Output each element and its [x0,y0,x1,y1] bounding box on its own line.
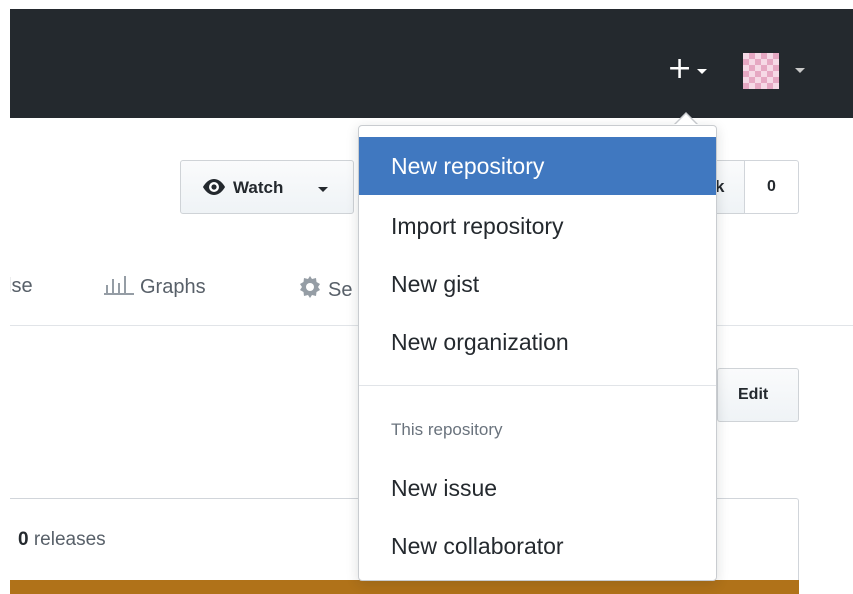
menu-item-import-repository[interactable]: Import repository [359,197,716,255]
chevron-down-icon [795,68,805,73]
eye-icon [201,176,227,203]
menu-item-new-issue[interactable]: New issue [359,459,716,517]
releases-link[interactable]: 0 releases [18,529,106,551]
edit-description-button[interactable]: Edit [717,368,799,422]
tab-graphs-label: Graphs [140,276,206,298]
fork-count[interactable]: 0 [744,160,799,214]
tab-settings-label: Se [328,279,353,301]
avatar [743,53,779,89]
create-new-dropdown: New repository Import repository New gis… [358,125,717,581]
watch-label: Watch [233,178,284,197]
menu-item-new-gist[interactable]: New gist [359,255,716,313]
language-bar [10,580,799,594]
dropdown-section-header: This repository [391,420,503,439]
menu-item-new-collaborator[interactable]: New collaborator [359,517,716,575]
edit-label: Edit [738,386,769,403]
tab-graphs[interactable]: Graphs [104,275,206,301]
releases-count: 0 [18,529,29,550]
chevron-down-icon [697,69,707,74]
tab-pulse-label: lse [7,275,33,297]
menu-item-new-repository[interactable]: New repository [359,137,716,195]
tab-pulse[interactable]: lse [7,275,33,298]
tab-settings[interactable]: Se [298,275,352,305]
graph-icon [104,275,134,301]
dropdown-divider [359,385,716,386]
create-new-button[interactable]: + [661,51,717,87]
gear-icon [298,275,322,305]
screen-edge [0,0,10,594]
dropdown-pointer [675,114,697,125]
user-menu-button[interactable] [743,53,813,91]
top-nav-bar: + [10,9,853,118]
plus-icon: + [667,51,693,86]
releases-label: releases [33,529,106,550]
menu-item-new-organization[interactable]: New organization [359,313,716,371]
chevron-down-icon [318,187,328,192]
watch-button[interactable]: Watch [180,160,354,214]
